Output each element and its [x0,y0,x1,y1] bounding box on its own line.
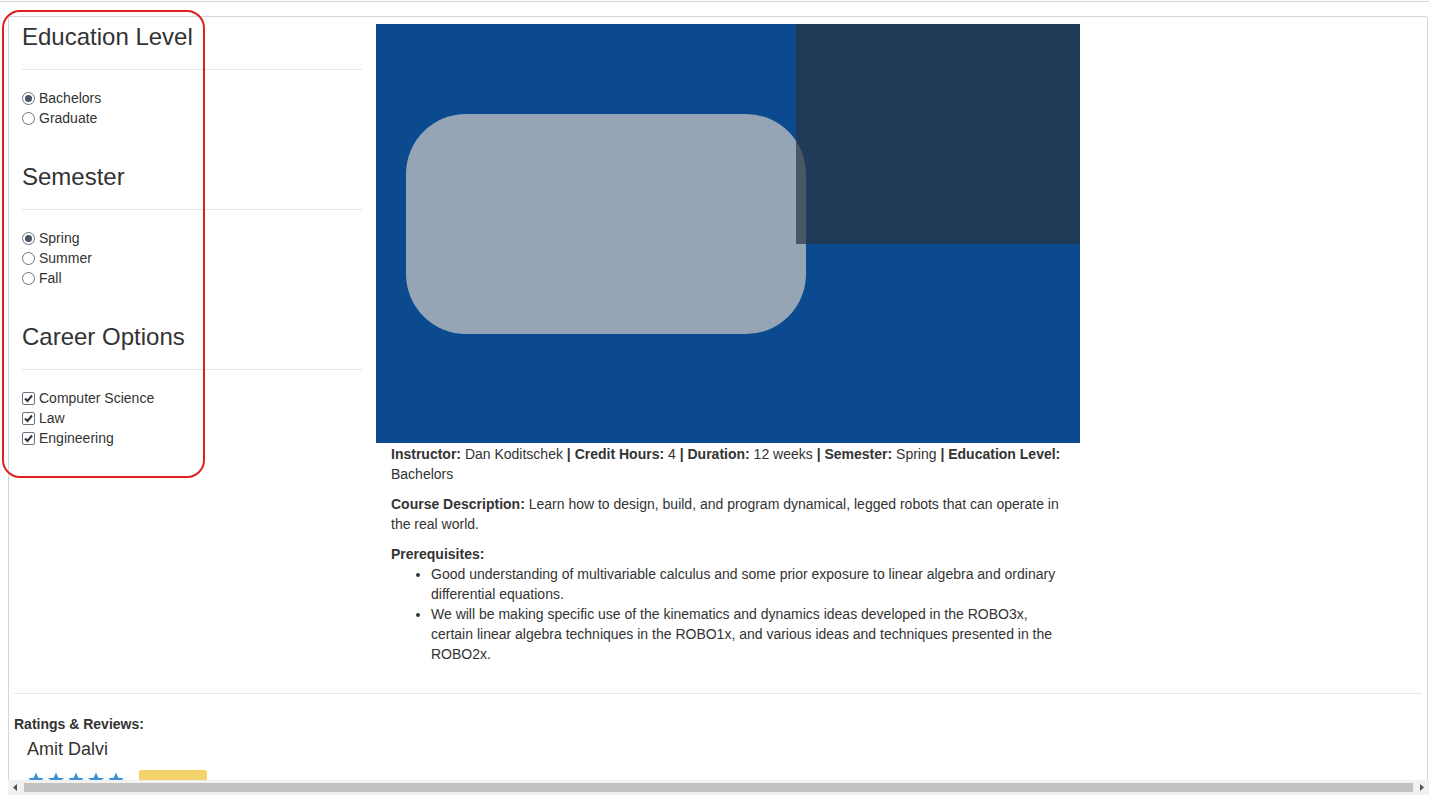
star-icon [107,771,125,780]
page: Education Level BachelorsGraduate Semester… [0,0,1429,795]
filter-option[interactable]: Computer Science [22,388,362,408]
radio-button[interactable] [22,272,35,285]
filter-option[interactable]: Law [22,408,362,428]
filter-sidebar: Education Level BachelorsGraduate Semester… [22,21,362,664]
prerequisites-title: Prerequisites: [391,544,1065,564]
prerequisites-list: Good understanding of multivariable calc… [391,564,1065,664]
reviews-title: Ratings & Reviews: [14,715,1427,733]
course-detail: Instructor: Dan Koditschek | Credit Hour… [376,21,1080,664]
course-panel: Education Level BachelorsGraduate Semester… [8,16,1428,780]
filter-group: Career Options Computer ScienceLawEnginee… [22,321,362,448]
checkbox[interactable] [22,432,35,445]
horizontal-scrollbar[interactable] [8,780,1429,795]
scroll-left-icon[interactable] [8,780,23,795]
filter-title: Semester [22,161,362,191]
filter-group: Education Level BachelorsGraduate [22,21,362,128]
scroll-right-icon[interactable] [1414,780,1429,795]
scrollbar-thumb[interactable] [24,783,1413,792]
filter-option[interactable]: Fall [22,268,362,288]
star-icon [67,771,85,780]
course-image [376,24,1080,443]
radio-button[interactable] [22,92,35,105]
filter-option[interactable]: Engineering [22,428,362,448]
filter-option[interactable]: Bachelors [22,88,362,108]
check-icon [23,393,34,404]
star-icon [87,771,105,780]
star-icon [47,771,65,780]
filter-title: Education Level [22,21,362,51]
filter-title: Career Options [22,321,362,351]
reviews: Ratings & Reviews: Amit Dalvi [9,694,1427,780]
star-rating [27,771,125,780]
prerequisite-item: Good understanding of multivariable calc… [431,564,1065,604]
check-icon [23,433,34,444]
prerequisite-item: We will be making specific use of the ki… [431,604,1065,664]
checkbox[interactable] [22,412,35,425]
star-icon [27,771,45,780]
filter-option[interactable]: Graduate [22,108,362,128]
radio-button[interactable] [22,112,35,125]
radio-button[interactable] [22,252,35,265]
course-facts: Instructor: Dan Koditschek | Credit Hour… [391,444,1065,484]
reviewer-name: Amit Dalvi [27,736,1427,762]
filter-option[interactable]: Summer [22,248,362,268]
annotation-outline [2,10,205,478]
radio-button[interactable] [22,232,35,245]
filter-option[interactable]: Spring [22,228,362,248]
filter-group: Semester SpringSummerFall [22,161,362,288]
top-rule [0,1,1429,2]
checkbox[interactable] [22,392,35,405]
check-icon [23,413,34,424]
course-description: Course Description: Learn how to design,… [391,494,1065,534]
rating-badge [139,770,207,780]
review: Amit Dalvi [14,736,1427,780]
